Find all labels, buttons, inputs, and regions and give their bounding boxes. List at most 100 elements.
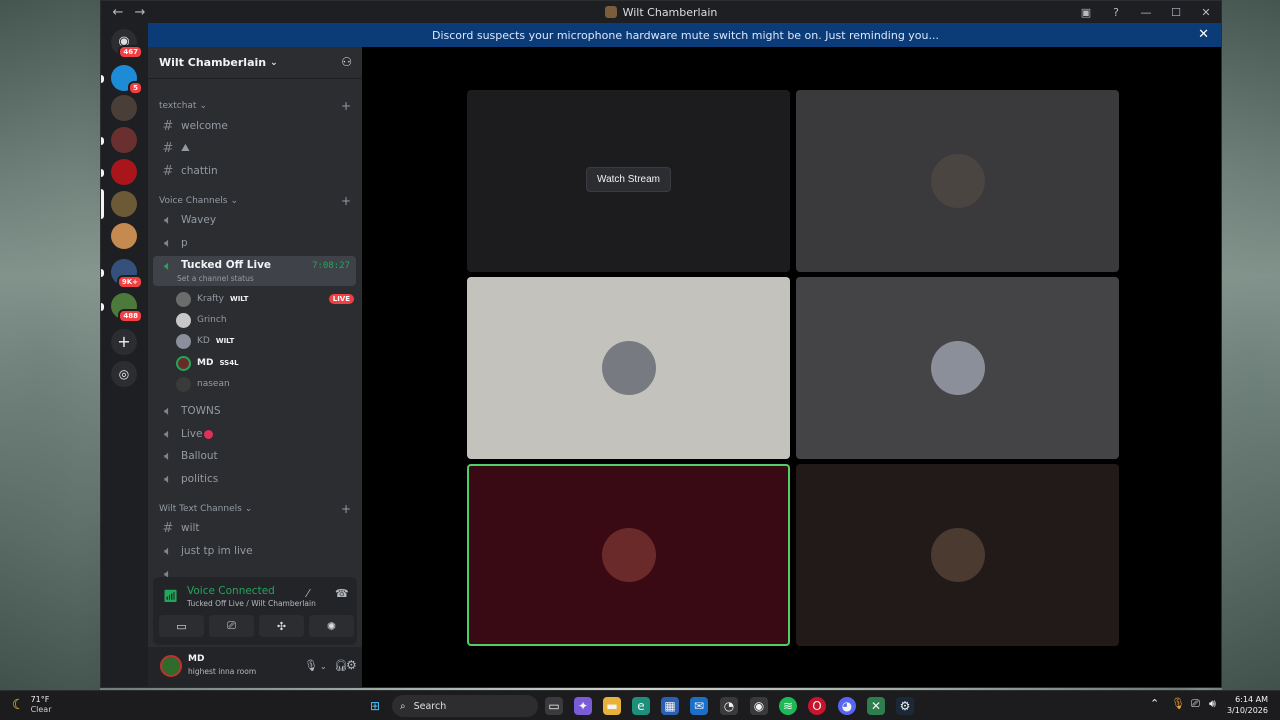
wallpaper-right xyxy=(1222,0,1280,690)
back-arrow-icon[interactable]: ← xyxy=(111,5,125,20)
voice-connected-subtitle[interactable]: Tucked Off Live / Wilt Chamberlain xyxy=(187,599,316,608)
voice-channel-politics[interactable]: 🔈︎ politics xyxy=(153,468,356,490)
voice-channel-emoji[interactable]: 🔈︎ xyxy=(153,563,356,578)
hash-icon: # xyxy=(162,163,174,179)
notice-text: Discord suspects your microphone hardwar… xyxy=(432,28,939,42)
voice-channel-p[interactable]: 🔈︎ p xyxy=(153,232,356,254)
taskbar-search[interactable]: ⌕ Search xyxy=(392,695,538,717)
mic-in-use-icon[interactable]: 🎙︎ xyxy=(1171,697,1185,710)
outlook-icon[interactable]: ✉ xyxy=(690,697,708,715)
steam-icon[interactable]: ⚙ xyxy=(896,697,914,715)
server-icon-3[interactable] xyxy=(111,127,137,153)
server-folder-2[interactable]: 488 xyxy=(111,293,143,323)
share-screen-button[interactable]: ⎚ xyxy=(209,615,254,637)
participant-tile[interactable] xyxy=(796,464,1119,646)
direct-messages-button[interactable]: ◉ 467 xyxy=(111,29,143,59)
voice-member-krafty[interactable]: Krafty WILT LIVE xyxy=(176,289,354,309)
voice-channel-live[interactable]: 🔈︎ Live xyxy=(153,423,356,445)
microphone-icon[interactable]: 🎙︎ xyxy=(304,659,318,672)
edge-icon[interactable]: e xyxy=(632,697,650,715)
file-explorer-icon[interactable]: ▬ xyxy=(603,697,621,715)
category-wilt-text-channels[interactable]: Wilt Text Channels ⌄ + xyxy=(159,502,351,516)
channel-chattin[interactable]: # chattin xyxy=(153,160,356,182)
server-icon-wilt[interactable] xyxy=(111,191,137,217)
create-channel-icon[interactable]: + xyxy=(341,502,351,516)
forward-arrow-icon[interactable]: → xyxy=(133,5,147,20)
set-channel-status[interactable]: Set a channel status xyxy=(177,274,254,283)
opera-icon[interactable]: O xyxy=(808,697,826,715)
voice-channel-wavey[interactable]: 🔈︎ Wavey xyxy=(153,209,356,231)
chrome-icon[interactable]: ◉ xyxy=(750,697,768,715)
add-server-button[interactable]: + xyxy=(111,329,137,355)
stream-tile[interactable]: Watch Stream xyxy=(467,90,790,272)
user-avatar[interactable] xyxy=(160,655,182,677)
server-header[interactable]: Wilt Chamberlain ⌄ ⚇ xyxy=(148,47,362,79)
screen-share-icon[interactable]: ▣ xyxy=(1071,6,1101,19)
voice-member-nasean[interactable]: nasean xyxy=(176,374,354,394)
create-channel-icon[interactable]: + xyxy=(341,194,351,208)
close-window-button[interactable]: ✕ xyxy=(1191,6,1221,19)
spotify-icon[interactable]: ≋ xyxy=(779,697,797,715)
voice-member-kd[interactable]: KD WILT xyxy=(176,331,354,351)
show-hidden-icons[interactable]: ⌃ xyxy=(1150,697,1159,710)
participant-tile[interactable] xyxy=(467,277,790,459)
watch-stream-button[interactable]: Watch Stream xyxy=(586,167,671,192)
voice-member-md[interactable]: MD SS4L xyxy=(176,353,354,373)
chevron-down-icon[interactable]: ⌄ xyxy=(320,662,327,671)
volume-icon[interactable]: 🔊︎ xyxy=(1209,697,1216,711)
discover-button[interactable]: ◎ xyxy=(111,361,137,387)
channel-welcome[interactable]: # welcome xyxy=(153,115,356,137)
store-icon[interactable]: ▦ xyxy=(661,697,679,715)
voice-channel-just-tp[interactable]: 🔈︎ just tp im live xyxy=(153,540,356,562)
copilot-icon[interactable]: ✦ xyxy=(574,697,592,715)
start-button-icon[interactable]: ⊞ xyxy=(366,697,384,715)
notice-close-icon[interactable]: ✕ xyxy=(1198,27,1209,42)
participant-tile[interactable] xyxy=(796,277,1119,459)
taskbar-clock[interactable]: 6:14 AM 3/10/2026 xyxy=(1227,694,1268,716)
unread-pip xyxy=(101,169,104,177)
noise-suppression-icon[interactable]: ⁄ xyxy=(307,587,309,600)
server-icon-5[interactable] xyxy=(111,223,137,249)
minimize-button[interactable]: — xyxy=(1131,6,1161,19)
create-channel-icon[interactable]: + xyxy=(341,99,351,113)
voice-channel-ballout[interactable]: 🔈︎ Ballout xyxy=(153,445,356,467)
server-icon-2[interactable] xyxy=(111,95,137,121)
network-icon[interactable]: ⎚ xyxy=(1191,697,1200,711)
weather-widget[interactable]: ☾ 71°F Clear xyxy=(12,695,51,715)
voice-member-grinch[interactable]: Grinch xyxy=(176,310,354,330)
participant-tile-speaking[interactable] xyxy=(467,464,790,646)
channel-emoji[interactable]: # ⛰ xyxy=(153,137,356,159)
chevron-down-icon: ⌄ xyxy=(270,57,278,68)
discord-taskbar-icon[interactable]: ◕ xyxy=(838,697,856,715)
dm-unread-badge: 467 xyxy=(118,45,143,59)
disconnect-icon[interactable]: ☎ xyxy=(335,587,349,600)
participant-avatar xyxy=(931,154,985,208)
maximize-button[interactable]: ☐ xyxy=(1161,6,1191,19)
weather-text: 71°F Clear xyxy=(31,695,52,715)
camera-button[interactable]: ▭ xyxy=(159,615,204,637)
signal-icon[interactable]: 📶︎ xyxy=(163,589,178,603)
server-thumb-icon xyxy=(604,6,617,18)
task-view-icon[interactable]: ▭ xyxy=(545,697,563,715)
channel-wilt[interactable]: # wilt xyxy=(153,517,356,539)
voice-video-grid: Watch Stream xyxy=(362,47,1221,687)
gear-icon[interactable]: ⚙ xyxy=(346,658,357,672)
category-textchat[interactable]: textchat ⌄ + xyxy=(159,99,351,113)
activities-button[interactable]: ✣ xyxy=(259,615,304,637)
server-folder-1[interactable]: 9K+ xyxy=(111,259,143,289)
server-icon-1[interactable]: 5 xyxy=(111,65,143,95)
windows-taskbar: ☾ 71°F Clear ⊞ ⌕ Search ▭ ✦ ▬ e ▦ ✉ ◔ ◉ … xyxy=(0,690,1280,720)
help-icon[interactable]: ? xyxy=(1101,6,1131,19)
red-circle-icon xyxy=(204,429,214,439)
soundboard-button[interactable]: ✺ xyxy=(309,615,354,637)
invite-icon[interactable]: ⚇ xyxy=(341,55,352,69)
participant-tile[interactable] xyxy=(796,90,1119,272)
voice-channel-towns[interactable]: 🔈︎ TOWNS xyxy=(153,400,356,422)
voice-connected-title[interactable]: Voice Connected xyxy=(187,585,275,597)
server-icon-4[interactable] xyxy=(111,159,137,185)
voice-channel-tucked-off-live[interactable]: 🔈︎ Tucked Off Live 7:08:27 Set a channel… xyxy=(153,256,356,286)
category-voice-channels[interactable]: Voice Channels ⌄ + xyxy=(159,194,351,208)
unread-pip xyxy=(101,137,104,145)
xbox-icon[interactable]: ✕ xyxy=(867,697,885,715)
app-icon[interactable]: ◔ xyxy=(720,697,738,715)
